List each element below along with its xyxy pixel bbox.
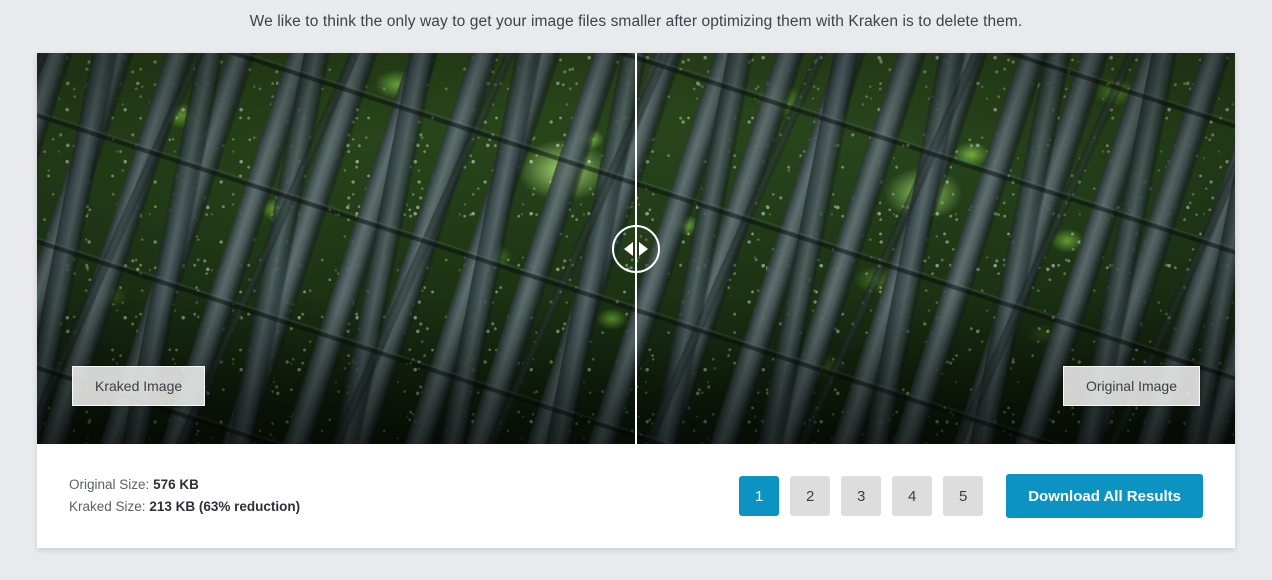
result-footer: Original Size: 576 KB Kraked Size: 213 K…: [37, 444, 1235, 548]
original-size-label: Original Size:: [69, 477, 150, 493]
page-subtitle: We like to think the only way to get you…: [249, 13, 1023, 30]
original-size-value: 576 KB: [153, 477, 199, 493]
original-image-label: Original Image: [1062, 366, 1200, 406]
pagination-page-1[interactable]: 1: [739, 476, 780, 516]
original-size-row: Original Size: 576 KB: [69, 474, 300, 496]
pagination-page-4[interactable]: 4: [892, 476, 933, 516]
pagination-page-5[interactable]: 5: [943, 476, 984, 516]
kraked-size-value: 213 KB (63% reduction): [149, 499, 301, 514]
arrow-left-icon: [624, 242, 633, 256]
kraked-image-label: Kraked Image: [72, 366, 206, 406]
pagination: 12345: [739, 476, 984, 516]
image-comparison-viewer[interactable]: Kraked Image Original Image: [37, 53, 1235, 444]
download-all-button[interactable]: Download All Results: [1006, 474, 1203, 518]
footer-actions: 12345 Download All Results: [739, 474, 1203, 518]
kraked-size-row: Kraked Size: 213 KB (63% reduction): [69, 496, 300, 518]
result-card: Kraked Image Original Image Original Siz…: [37, 53, 1235, 548]
comparison-slider-handle[interactable]: [612, 225, 660, 273]
pagination-page-2[interactable]: 2: [790, 476, 831, 516]
arrow-right-icon: [639, 242, 648, 256]
pagination-page-3[interactable]: 3: [841, 476, 882, 516]
intro-block: We like to think the only way to get you…: [0, 0, 1272, 31]
size-stats: Original Size: 576 KB Kraked Size: 213 K…: [69, 474, 300, 518]
kraked-size-label: Kraked Size:: [69, 499, 146, 514]
